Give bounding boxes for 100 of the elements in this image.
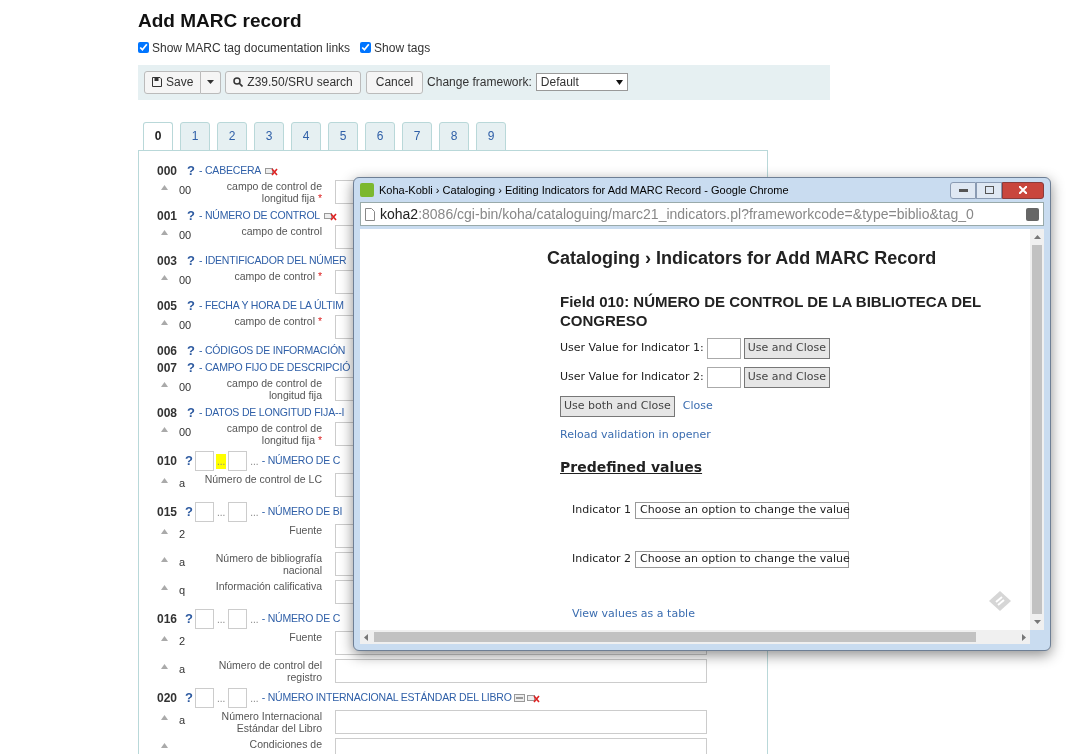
address-bar[interactable]: koha2:8086/cgi-bin/koha/cataloguing/marc21_indicators.pl?frameworkcode=&type=biblio&tag_0 (360, 202, 1044, 226)
collapse-arrow-icon[interactable] (161, 274, 168, 280)
clone-icon[interactable] (513, 694, 525, 702)
collapse-arrow-icon[interactable] (161, 556, 168, 562)
indicator-field[interactable] (194, 609, 214, 629)
indicator-field[interactable] (228, 609, 248, 629)
z3950-search-button[interactable]: Z39.50/SRU search (225, 70, 361, 94)
view-table-link[interactable]: View values as a table (572, 605, 1030, 622)
indicator-field[interactable] (228, 451, 248, 471)
tab[interactable]: 6 (365, 121, 395, 151)
subfield-label: Número de control del registro (217, 658, 322, 683)
field-title-link[interactable]: - NÚMERO INTERNACIONAL ESTÁNDAR DEL LIBRO (261, 690, 512, 706)
tab[interactable]: 4 (291, 121, 321, 151)
framework-select[interactable]: Default (535, 73, 628, 91)
help-link[interactable]: ? (185, 609, 193, 629)
tab[interactable]: 9 (476, 121, 506, 151)
help-link[interactable]: ? (185, 688, 193, 708)
tab[interactable]: 0 (143, 121, 173, 151)
scroll-right-icon[interactable] (1022, 633, 1026, 641)
help-link[interactable]: ? (187, 206, 195, 226)
field-title-link[interactable]: - CABECERA (198, 163, 262, 179)
option-checkbox[interactable] (360, 42, 372, 53)
help-link[interactable]: ? (187, 403, 195, 423)
vertical-scrollbar[interactable] (1030, 229, 1044, 630)
scroll-up-icon[interactable] (1033, 235, 1041, 239)
tab[interactable]: 1 (180, 121, 210, 151)
help-link[interactable]: ? (185, 502, 193, 522)
indicator-field[interactable] (194, 502, 214, 522)
collapse-arrow-icon[interactable] (161, 742, 168, 748)
tab[interactable]: 5 (328, 121, 358, 151)
use-and-close-button[interactable]: Use and Close (743, 338, 830, 359)
horizontal-scrollbar[interactable] (360, 630, 1030, 644)
tab[interactable]: 7 (402, 121, 432, 151)
indicator-link[interactable]: ... (215, 504, 227, 520)
delete-icon[interactable] (265, 166, 279, 176)
indicator-field[interactable] (228, 502, 248, 522)
collapse-arrow-icon[interactable] (161, 319, 168, 325)
collapse-arrow-icon[interactable] (161, 584, 168, 590)
indicator-link[interactable]: ... (249, 453, 260, 469)
delete-icon[interactable] (324, 211, 337, 221)
field-title-link[interactable]: - NÚMERO DE BI (261, 504, 343, 520)
field-title-link[interactable]: - CAMPO FIJO DE DESCRIPCIÓ (198, 360, 351, 376)
field-title-link[interactable]: - FECHA Y HORA DE LA ÚLTIM (198, 298, 344, 314)
collapse-arrow-icon[interactable] (161, 714, 168, 720)
tab[interactable]: 2 (217, 121, 247, 151)
help-link[interactable]: ? (187, 341, 195, 361)
field-title-link[interactable]: - NÚMERO DE CONTROL (198, 208, 320, 224)
indicator-field[interactable] (194, 451, 214, 471)
indicator-field[interactable] (194, 688, 214, 708)
indicator-value-input[interactable] (706, 338, 741, 359)
help-link[interactable]: ? (187, 251, 195, 271)
indicator-value-input[interactable] (706, 367, 741, 388)
indicator-field[interactable] (228, 688, 248, 708)
scroll-left-icon[interactable] (364, 633, 368, 641)
indicator-link[interactable]: ... (249, 690, 260, 706)
indicator-link[interactable]: ... (249, 504, 260, 520)
subfield-input[interactable] (335, 709, 707, 734)
tab[interactable]: 3 (254, 121, 284, 151)
collapse-arrow-icon[interactable] (161, 426, 168, 432)
collapse-arrow-icon[interactable] (161, 184, 168, 190)
collapse-arrow-icon[interactable] (161, 663, 168, 669)
close-link[interactable]: Close (682, 398, 713, 415)
scroll-down-icon[interactable] (1033, 620, 1041, 624)
scroll-thumb[interactable] (1032, 245, 1042, 614)
help-link[interactable]: ? (187, 296, 195, 316)
tab[interactable]: 8 (439, 121, 469, 151)
collapse-arrow-icon[interactable] (161, 477, 168, 483)
reload-link[interactable]: Reload validation in opener (560, 427, 1030, 444)
save-menu-button[interactable] (201, 70, 222, 94)
indicator-link[interactable]: ... (215, 690, 227, 706)
subfield-input[interactable] (335, 658, 707, 683)
indicator-link[interactable]: ... (215, 453, 227, 469)
use-and-close-button[interactable]: Use and Close (743, 367, 830, 388)
field-title-link[interactable]: - CÓDIGOS DE INFORMACIÓN (198, 343, 346, 359)
subfield-input[interactable] (335, 737, 707, 754)
help-link[interactable]: ? (187, 161, 195, 181)
cancel-button[interactable]: Cancel (365, 70, 424, 94)
scroll-thumb[interactable] (374, 632, 976, 642)
use-both-and-close-button[interactable]: Use both and Close (560, 396, 675, 417)
field-title-link[interactable]: - DATOS DE LONGITUD FIJA--I (198, 405, 345, 421)
collapse-arrow-icon[interactable] (161, 635, 168, 641)
option-checkbox[interactable] (138, 42, 149, 53)
collapse-arrow-icon[interactable] (161, 229, 168, 235)
maximize-button[interactable] (976, 181, 1002, 199)
app-logo-icon (360, 183, 374, 197)
collapse-arrow-icon[interactable] (161, 528, 168, 534)
field-title-link[interactable]: - NÚMERO DE C (261, 453, 341, 469)
delete-icon[interactable] (526, 693, 540, 703)
collapse-arrow-icon[interactable] (161, 381, 168, 387)
indicator-link[interactable]: ... (249, 611, 260, 627)
field-title-link[interactable]: - NÚMERO DE C (261, 611, 341, 627)
help-link[interactable]: ? (187, 358, 195, 378)
indicator-link[interactable]: ... (215, 611, 227, 627)
minimize-button[interactable] (950, 181, 976, 199)
help-link[interactable]: ? (185, 451, 193, 471)
close-button[interactable] (1002, 181, 1044, 199)
indicator-select[interactable]: Choose an option to change the value (635, 550, 850, 568)
indicator-select[interactable]: Choose an option to change the value (635, 501, 850, 519)
save-button[interactable]: Save (144, 70, 202, 94)
field-title-link[interactable]: - IDENTIFICADOR DEL NÚMER (198, 253, 347, 269)
